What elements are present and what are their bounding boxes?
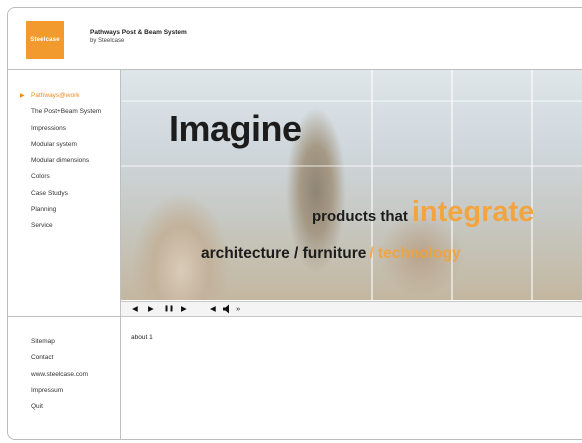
nav-item-pathways-work[interactable]: ▶ Pathways@work (8, 88, 120, 104)
nav-item-post-beam-system[interactable]: The Post+Beam System (8, 104, 120, 120)
speaker-icon[interactable] (222, 304, 232, 318)
nav-item-impressions[interactable]: Impressions (8, 121, 120, 137)
nav-item-planning[interactable]: Planning (8, 202, 120, 218)
nav-item-colors[interactable]: Colors (8, 169, 120, 185)
app-window: Steelcase Pathways Post & Beam System by… (7, 7, 582, 440)
window-frame (531, 70, 533, 300)
forward-button[interactable]: ▶ (181, 303, 187, 315)
tagline-highlight: integrate (411, 196, 535, 228)
arrow-right-icon: ▶ (20, 93, 25, 99)
window-frame (451, 70, 453, 300)
rewind-button[interactable]: ◀ (132, 303, 138, 315)
footer-item-sitemap[interactable]: Sitemap (8, 334, 120, 350)
media-controls: ◀ ▶ ❚❚ ▶ ◀ » (121, 301, 582, 317)
steelcase-logo[interactable]: Steelcase (26, 21, 64, 59)
tagline-dark: architecture / furniture (201, 245, 367, 262)
nav-item-service[interactable]: Service (8, 218, 120, 234)
nav-item-modular-dimensions[interactable]: Modular dimensions (8, 153, 120, 169)
footer-item-website[interactable]: www.steelcase.com (8, 367, 120, 383)
window-frame (371, 70, 373, 300)
footer-nav: Sitemap Contact www.steelcase.com Impres… (8, 334, 120, 415)
tagline-dark: products that (312, 208, 408, 225)
pause-button[interactable]: ❚❚ (164, 303, 174, 315)
tagline-highlight: / technology (369, 245, 461, 262)
volume-up-button[interactable]: » (236, 303, 240, 315)
app-subtitle: by Steelcase (90, 38, 125, 44)
nav-item-modular-system[interactable]: Modular system (8, 137, 120, 153)
footer-item-contact[interactable]: Contact (8, 350, 120, 366)
play-button[interactable]: ▶ (148, 303, 154, 315)
main-nav: ▶ Pathways@work The Post+Beam System Imp… (8, 88, 120, 235)
hero-banner: Imagine products that integrate architect… (121, 70, 582, 300)
nav-item-label: Pathways@work (31, 92, 80, 99)
footer-item-impressum[interactable]: Impressum (8, 383, 120, 399)
hero-tagline-1: products that integrate (312, 196, 534, 229)
hero-tagline-2: architecture / furniture / technology (201, 245, 461, 263)
hero-title: Imagine (169, 108, 302, 149)
volume-down-button[interactable]: ◀ (210, 303, 216, 315)
window-beam (121, 100, 582, 102)
nav-item-case-studys[interactable]: Case Studys (8, 186, 120, 202)
footer-item-quit[interactable]: Quit (8, 399, 120, 415)
window-beam (121, 165, 582, 167)
app-title: Pathways Post & Beam System (90, 29, 187, 36)
logo-text: Steelcase (30, 37, 60, 43)
content-text: about 1 (131, 334, 153, 341)
